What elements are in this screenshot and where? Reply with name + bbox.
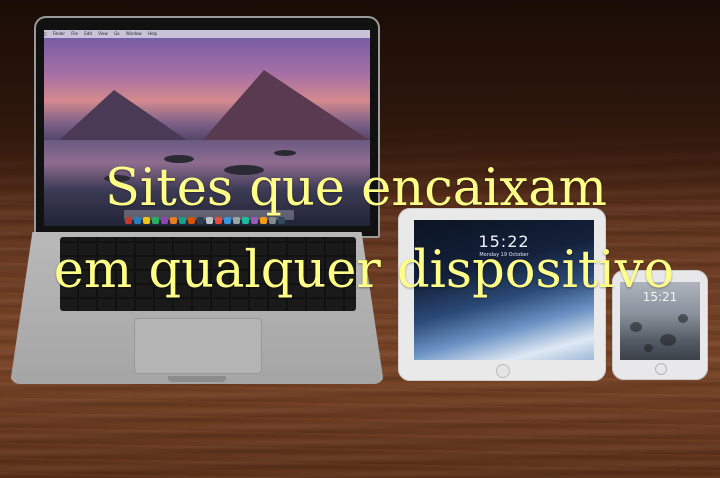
mountain-shape (54, 90, 194, 145)
water-drop (644, 344, 653, 352)
water-drop (678, 314, 688, 323)
menubar-item: Edit (80, 31, 92, 36)
laptop-trackpad (134, 318, 262, 374)
caption-line-2: em qualquer dispositivo (53, 241, 675, 300)
menu-apple-icon:  (44, 31, 46, 36)
menubar-item: Go (110, 31, 120, 36)
phone-home-button (655, 363, 667, 375)
mac-menubar:  Finder File Edit View Go Window Help (44, 30, 370, 38)
menubar-item: Window (122, 31, 142, 36)
menubar-item: File (67, 31, 78, 36)
menubar-item: Finder (49, 31, 65, 36)
laptop-notch (168, 376, 226, 382)
tablet-home-button (496, 364, 510, 378)
photo-scene:  Finder File Edit View Go Window Help 1… (0, 0, 720, 478)
water-drop (630, 322, 642, 332)
caption-line-1: Sites que encaixam (104, 159, 608, 218)
water-drop (660, 334, 676, 346)
menubar-item: Help (144, 31, 157, 36)
mountain-shape (194, 70, 370, 150)
menubar-item: View (94, 31, 108, 36)
rock-shape (274, 150, 296, 156)
